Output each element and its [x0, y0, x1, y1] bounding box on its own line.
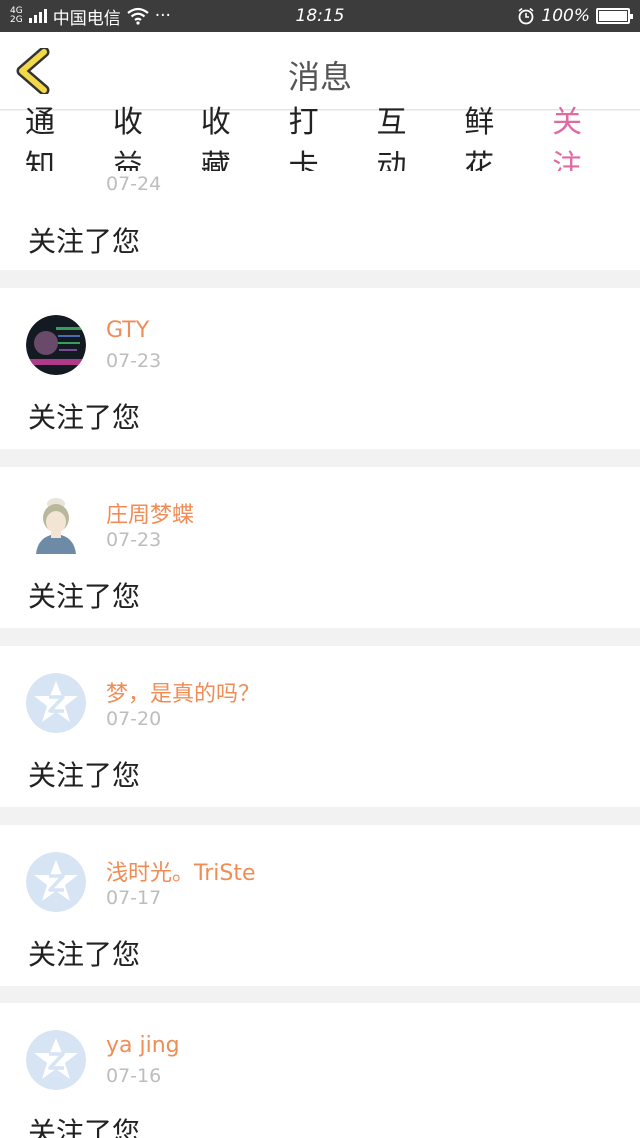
- follow-message: 关注了您: [28, 225, 141, 258]
- follow-list: 07-24 关注了您 GTY 07-23 关注了您 庄周梦蝶 07-23 关注了…: [0, 171, 640, 1138]
- follow-message: 关注了您: [28, 938, 141, 971]
- follow-message: 关注了您: [28, 759, 141, 792]
- follow-date: 07-23: [106, 350, 162, 372]
- follow-date: 07-17: [106, 887, 162, 909]
- more-dots: ···: [154, 6, 171, 26]
- list-item[interactable]: 庄周梦蝶 07-23 关注了您: [0, 467, 640, 628]
- qq-default-icon: [26, 673, 86, 733]
- avatar[interactable]: [26, 494, 86, 554]
- battery-percent: 100%: [541, 6, 590, 26]
- network-type-icon: 4G 2G: [10, 6, 23, 25]
- battery-icon: [596, 8, 633, 24]
- list-item[interactable]: 07-24 关注了您: [0, 171, 640, 270]
- username[interactable]: 梦，是真的吗？: [106, 676, 260, 708]
- follow-date: 07-16: [106, 1065, 162, 1087]
- username[interactable]: ya jing: [106, 1033, 180, 1058]
- follow-date: 07-23: [106, 529, 162, 551]
- follow-message: 关注了您: [28, 1116, 141, 1138]
- avatar[interactable]: [26, 315, 86, 375]
- dark-photo-avatar: [26, 315, 86, 375]
- wifi-icon: [127, 7, 149, 25]
- avatar[interactable]: [26, 673, 86, 733]
- username[interactable]: GTY: [106, 318, 149, 343]
- list-item[interactable]: GTY 07-23 关注了您: [0, 288, 640, 449]
- tab-bar: 通知 收益 收藏 打卡 互动 鲜花 关注: [0, 105, 640, 197]
- alarm-icon: [518, 7, 534, 25]
- qq-default-icon: [26, 852, 86, 912]
- signal-icon: [28, 9, 47, 23]
- qq-default-icon: [26, 1030, 86, 1090]
- avatar[interactable]: [26, 1030, 86, 1090]
- follow-date: 07-20: [106, 708, 162, 730]
- follow-date: 07-24: [106, 173, 162, 195]
- status-bar: 4G 2G 中国电信 ··· 18:15 100%: [0, 0, 640, 32]
- avatar[interactable]: [26, 852, 86, 912]
- list-item[interactable]: 梦，是真的吗？ 07-20 关注了您: [0, 646, 640, 807]
- list-item[interactable]: 浅时光。TriSte 07-17 关注了您: [0, 825, 640, 986]
- anime-boy-avatar: [26, 494, 86, 554]
- status-left: 4G 2G 中国电信 ···: [10, 4, 171, 29]
- carrier-label: 中国电信: [52, 8, 121, 29]
- page-title: 消息: [287, 58, 352, 96]
- follow-message: 关注了您: [28, 580, 141, 613]
- status-right: 100%: [517, 6, 633, 26]
- username[interactable]: 庄周梦蝶: [106, 497, 194, 529]
- username[interactable]: 浅时光。TriSte: [106, 855, 256, 887]
- list-item[interactable]: ya jing 07-16 关注了您: [0, 1003, 640, 1138]
- follow-message: 关注了您: [28, 401, 141, 434]
